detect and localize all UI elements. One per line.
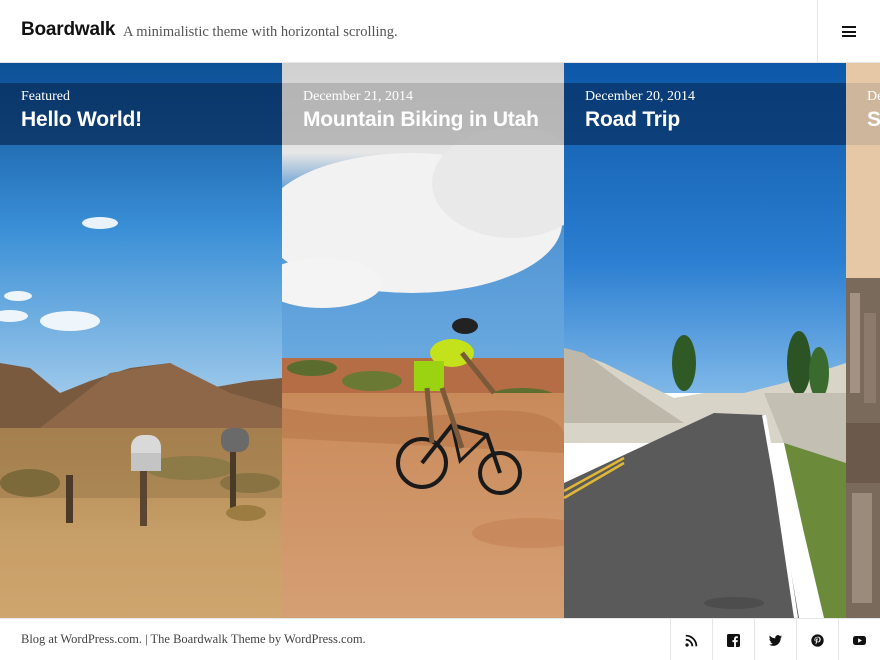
youtube-link[interactable] [838,619,880,660]
post-title[interactable]: Road Trip [585,108,825,132]
facebook-icon [727,633,740,647]
site-title[interactable]: Boardwalk [21,19,115,41]
post-image-desert-mailboxes [0,63,282,618]
post-header: December 21, 2014 Mountain Biking in Uta… [282,83,564,145]
post-header: December 20, 2014 Road Trip [564,83,846,145]
post-header: Featured Hello World! [0,83,282,145]
post-road-trip[interactable]: December 20, 2014 Road Trip [564,63,846,618]
post-mountain-biking[interactable]: December 21, 2014 Mountain Biking in Uta… [282,63,564,618]
twitter-icon [769,634,782,646]
theme-credit-link[interactable]: The Boardwalk Theme by WordPress.com. [151,632,366,646]
post-meta: Featured [21,89,70,104]
post-header: December St [846,83,880,145]
rss-link[interactable] [670,619,712,660]
post-meta: December 20, 2014 [585,89,696,104]
menu-toggle-button[interactable] [817,0,880,63]
post-image-mountain-biker [282,63,564,618]
site-description: A minimalistic theme with horizontal scr… [123,24,398,40]
post-meta: December 21, 2014 [303,89,414,104]
youtube-icon [853,635,866,645]
facebook-link[interactable] [712,619,754,660]
post-title[interactable]: Mountain Biking in Utah [303,108,543,132]
footer-separator: | [141,632,151,646]
post-partial-city[interactable]: December St [846,63,880,618]
site-footer: Blog at WordPress.com. | The Boardwalk T… [0,618,880,660]
twitter-link[interactable] [754,619,796,660]
hamburger-icon [842,26,856,37]
pinterest-icon [811,633,824,647]
blog-link[interactable]: Blog at WordPress.com. [21,632,142,646]
site-info: Blog at WordPress.com. | The Boardwalk T… [21,632,366,647]
post-meta: December [867,89,880,104]
post-title[interactable]: Hello World! [21,108,261,132]
site-header: Boardwalk A minimalistic theme with hori… [0,0,880,63]
pinterest-link[interactable] [796,619,838,660]
post-hello-world[interactable]: Featured Hello World! [0,63,282,618]
post-image-road [564,63,846,618]
post-image-city [846,63,880,618]
posts-strip[interactable]: Featured Hello World! December 21, 2014 … [0,63,880,618]
social-links [670,619,880,660]
rss-icon [685,634,698,647]
post-title[interactable]: St [867,108,880,132]
